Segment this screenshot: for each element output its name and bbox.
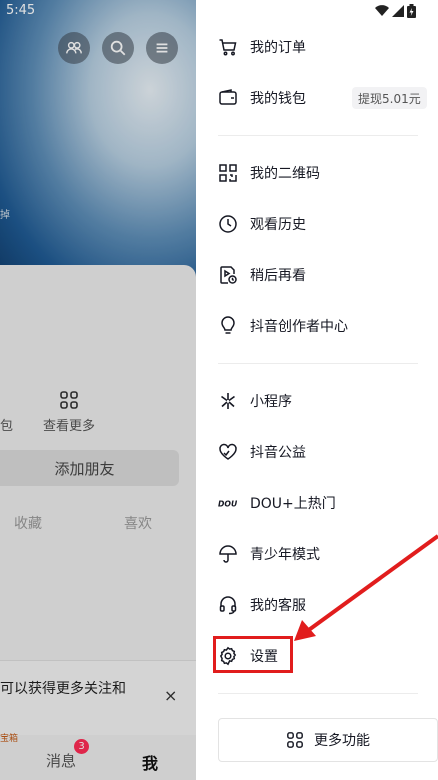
menu-customer-service[interactable]: 我的客服 <box>218 588 418 622</box>
dou-icon: DOU <box>218 493 238 513</box>
system-status-icons <box>375 4 416 18</box>
cart-icon <box>218 37 238 57</box>
wifi-icon <box>375 5 389 17</box>
menu-label: 青少年模式 <box>250 547 320 563</box>
watch-later-icon <box>218 265 238 285</box>
menu-dou-plus[interactable]: DOU DOU+上热门 <box>218 486 418 520</box>
more-functions-button[interactable]: 更多功能 <box>218 718 438 762</box>
menu-my-orders[interactable]: 我的订单 <box>218 30 418 64</box>
signal-icon <box>392 5 404 17</box>
headset-icon <box>218 595 238 615</box>
more-functions-label: 更多功能 <box>314 733 370 749</box>
grid-icon <box>287 732 303 748</box>
bulb-icon <box>218 316 238 336</box>
clock-icon <box>218 214 238 234</box>
screen: 5:45 掉 包 查看更多 添加朋友 收藏 喜欢 可以获得更多关注和 × 宝箱 … <box>0 0 438 780</box>
menu-watch-later[interactable]: 稍后再看 <box>218 258 418 292</box>
qrcode-icon <box>218 163 238 183</box>
menu-my-qrcode[interactable]: 我的二维码 <box>218 156 418 190</box>
menu-label: 稍后再看 <box>250 268 306 284</box>
menu-label: 我的钱包 <box>250 91 306 107</box>
menu-label: 我的二维码 <box>250 166 320 182</box>
menu-label: DOU+上热门 <box>250 496 336 512</box>
menu-teen-mode[interactable]: 青少年模式 <box>218 537 418 571</box>
profile-background[interactable]: 5:45 掉 包 查看更多 添加朋友 收藏 喜欢 可以获得更多关注和 × 宝箱 … <box>0 0 196 780</box>
menu-label: 抖音公益 <box>250 445 306 461</box>
withdraw-badge[interactable]: 提现5.01元 <box>352 87 427 109</box>
svg-text:DOU: DOU <box>218 500 238 509</box>
menu-label: 观看历史 <box>250 217 306 233</box>
menu-watch-history[interactable]: 观看历史 <box>218 207 418 241</box>
divider <box>218 135 418 136</box>
menu-mini-programs[interactable]: 小程序 <box>218 384 418 418</box>
battery-icon <box>407 4 416 18</box>
menu-creator-center[interactable]: 抖音创作者中心 <box>218 309 418 343</box>
settings-highlight-box <box>213 636 293 673</box>
drawer-scrim[interactable] <box>0 0 196 780</box>
asterisk-icon <box>218 391 238 411</box>
menu-label: 抖音创作者中心 <box>250 319 348 335</box>
umbrella-icon <box>218 544 238 564</box>
divider <box>218 693 418 694</box>
menu-public-welfare[interactable]: 抖音公益 <box>218 435 418 469</box>
menu-label: 我的订单 <box>250 40 306 56</box>
heart-hands-icon <box>218 442 238 462</box>
divider <box>218 363 418 364</box>
menu-label: 我的客服 <box>250 598 306 614</box>
menu-label: 小程序 <box>250 394 292 410</box>
wallet-icon <box>218 88 238 108</box>
